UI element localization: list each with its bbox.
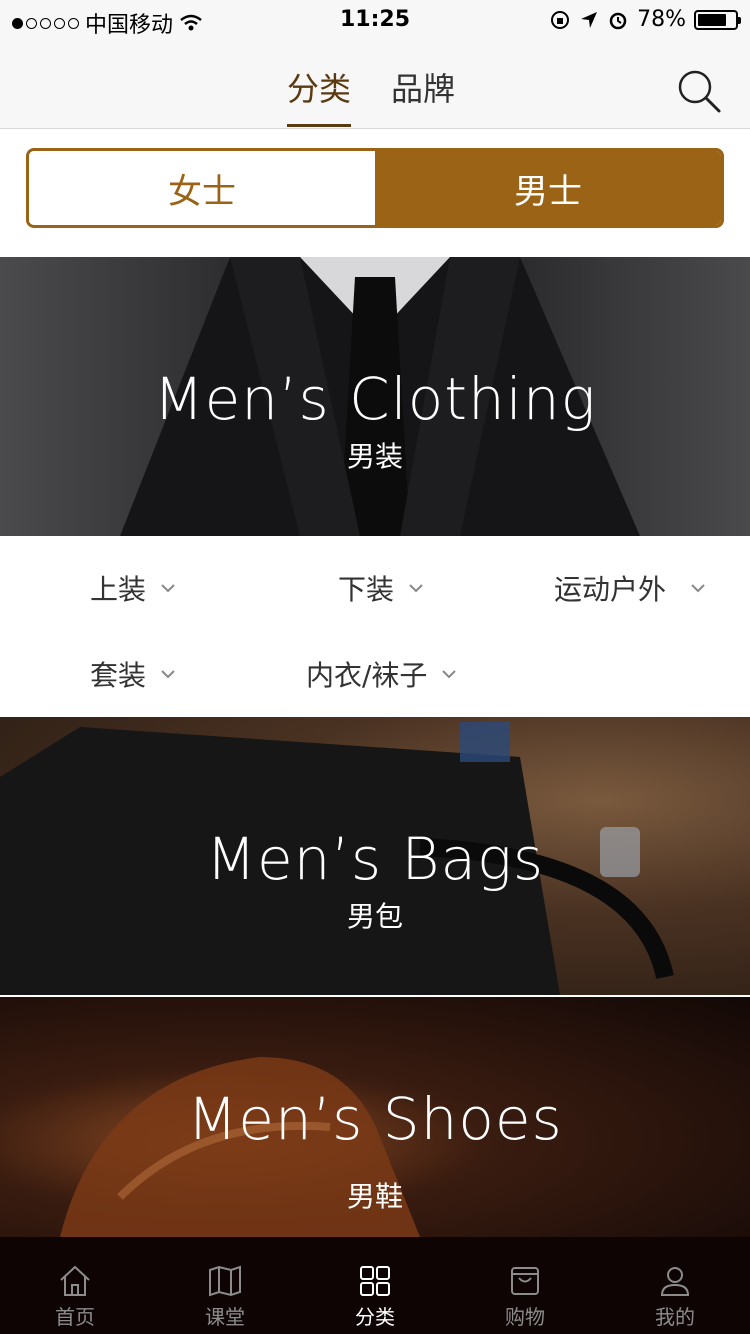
tab-category-bottom[interactable]: 分类 xyxy=(300,1237,450,1334)
tab-classroom-label: 课堂 xyxy=(205,1305,245,1329)
chevron-down-icon xyxy=(161,584,175,593)
status-bar: 中国移动 11:25 78% xyxy=(0,0,750,40)
subcategory-item[interactable]: 上装 xyxy=(90,568,176,608)
battery-percent: 78% xyxy=(637,7,686,32)
grid-icon xyxy=(360,1266,390,1296)
status-indicators: 78% xyxy=(549,7,741,32)
tab-shopping-label: 购物 xyxy=(505,1305,545,1329)
location-icon xyxy=(581,11,598,28)
subcategory-item[interactable]: 下装 xyxy=(338,568,424,608)
user-icon xyxy=(660,1267,690,1296)
subcategory-item[interactable]: 运动户外 xyxy=(554,568,706,608)
shoes-subtitle: 男鞋 xyxy=(346,1180,403,1213)
map-icon xyxy=(209,1265,241,1297)
tab-profile[interactable]: 我的 xyxy=(600,1237,750,1334)
clothing-subtitle: 男装 xyxy=(346,440,403,473)
subcategory-label: 运动户外 xyxy=(554,573,667,606)
bags-title: Men’s Bags xyxy=(205,825,545,893)
battery-fill xyxy=(698,13,727,26)
shoes-banner[interactable]: Men’s Shoes 男鞋 xyxy=(0,997,750,1237)
subcategory-label: 套装 xyxy=(90,659,147,692)
subcategory-item[interactable]: 套装 xyxy=(90,654,176,694)
clothing-title: Men’s Clothing xyxy=(153,365,597,433)
chevron-down-icon xyxy=(161,670,175,679)
tab-category-label: 分类 xyxy=(355,1305,395,1329)
gender-men-button[interactable]: 男士 xyxy=(375,151,721,225)
bottom-tab-bar: 首页 课堂 分类 购物 我的 xyxy=(0,1237,750,1334)
chevron-down-icon xyxy=(442,670,457,679)
page: 中国移动 11:25 78% 分类 品牌 女士 男士 Men’s Clothin… xyxy=(0,0,750,1334)
clothing-banner[interactable]: Men’s Clothing 男装 xyxy=(0,257,750,536)
tab-shopping[interactable]: 购物 xyxy=(450,1237,600,1334)
tab-category[interactable]: 分类 xyxy=(287,64,352,127)
tab-home[interactable]: 首页 xyxy=(0,1237,150,1334)
subcategory-label: 内衣/袜子 xyxy=(306,659,428,692)
battery-icon xyxy=(694,9,741,30)
bag-icon xyxy=(511,1267,539,1295)
subcategory-label: 上装 xyxy=(90,573,147,606)
chevron-down-icon xyxy=(409,584,423,593)
chevron-down-icon xyxy=(691,584,705,593)
tab-classroom[interactable]: 课堂 xyxy=(150,1237,300,1334)
gender-women-button[interactable]: 女士 xyxy=(29,151,375,225)
home-icon xyxy=(60,1265,90,1296)
orientation-lock-icon xyxy=(551,10,570,29)
subcategory-list: 上装 下装 运动户外 套装 内衣/袜子 xyxy=(0,536,750,716)
subcategory-label: 下装 xyxy=(338,573,395,606)
top-nav: 分类 品牌 xyxy=(0,40,750,129)
tab-home-label: 首页 xyxy=(55,1305,95,1329)
tab-brand[interactable]: 品牌 xyxy=(391,64,455,124)
search-icon[interactable] xyxy=(676,68,722,114)
tab-profile-label: 我的 xyxy=(655,1305,695,1329)
subcategory-item[interactable]: 内衣/袜子 xyxy=(306,654,457,694)
bags-subtitle: 男包 xyxy=(346,900,403,933)
shoes-title: Men’s Shoes xyxy=(187,1085,563,1153)
bags-banner[interactable]: Men’s Bags 男包 xyxy=(0,717,750,995)
alarm-icon xyxy=(609,12,627,29)
gender-toggle: 女士 男士 xyxy=(26,148,724,228)
